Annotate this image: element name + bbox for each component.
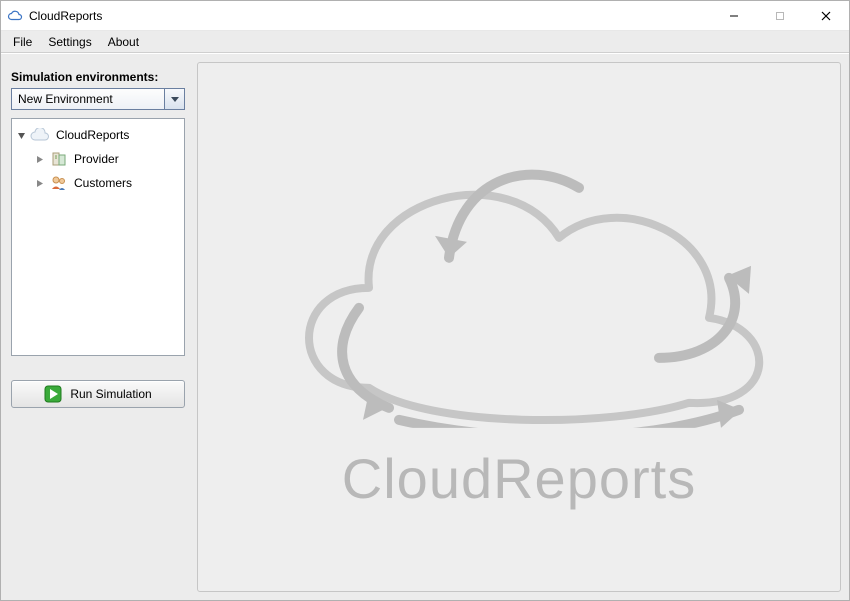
menu-file[interactable]: File <box>7 33 38 51</box>
window-controls <box>711 1 849 30</box>
watermark-text: CloudReports <box>239 446 799 511</box>
customers-people-icon <box>48 174 70 192</box>
client-area: Simulation environments: New Environment <box>1 53 849 600</box>
run-simulation-label: Run Simulation <box>70 387 151 401</box>
tree-node-customers[interactable]: Customers <box>12 171 184 195</box>
expander-right-icon[interactable] <box>32 176 46 190</box>
combobox-arrow-icon <box>164 89 184 109</box>
menu-about[interactable]: About <box>102 33 145 51</box>
menu-settings[interactable]: Settings <box>42 33 97 51</box>
cloud-icon <box>30 126 52 144</box>
tree-node-cloudreports[interactable]: CloudReports <box>12 123 184 147</box>
expander-down-icon[interactable] <box>14 128 28 142</box>
tree-node-provider[interactable]: Provider <box>12 147 184 171</box>
maximize-button[interactable] <box>757 1 803 30</box>
cloud-arrows-icon <box>259 128 779 428</box>
simulation-environments-label: Simulation environments: <box>11 70 185 84</box>
expander-right-icon[interactable] <box>32 152 46 166</box>
play-icon <box>44 385 62 403</box>
environment-combobox-value: New Environment <box>18 92 113 106</box>
app-window: CloudReports File Settings About Simulat… <box>0 0 850 601</box>
run-simulation-button[interactable]: Run Simulation <box>11 380 185 408</box>
environment-combobox[interactable]: New Environment <box>11 88 185 110</box>
tree-node-label: Provider <box>74 152 119 166</box>
content-panel: CloudReports <box>197 62 841 592</box>
environment-tree[interactable]: CloudReports Provider <box>11 118 185 356</box>
tree-node-label: CloudReports <box>56 128 129 142</box>
provider-server-icon <box>48 150 70 168</box>
titlebar: CloudReports <box>1 1 849 31</box>
menubar: File Settings About <box>1 31 849 53</box>
tree-node-label: Customers <box>74 176 132 190</box>
minimize-button[interactable] <box>711 1 757 30</box>
window-title: CloudReports <box>29 9 711 23</box>
app-cloud-icon <box>7 8 23 24</box>
close-button[interactable] <box>803 1 849 30</box>
sidebar: Simulation environments: New Environment <box>1 54 197 600</box>
watermark: CloudReports <box>239 128 799 511</box>
